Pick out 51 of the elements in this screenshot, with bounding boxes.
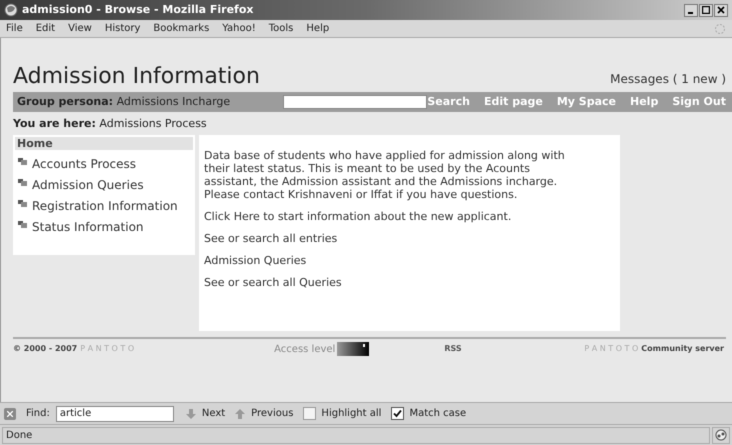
find-label: Find: xyxy=(26,407,50,421)
sidebar-link[interactable]: Accounts Process xyxy=(32,157,136,171)
throbber-icon xyxy=(714,22,726,34)
page-title: Admission Information xyxy=(13,66,260,88)
copyright: © 2000 - 2007 xyxy=(13,343,78,355)
menu-item[interactable]: Edit xyxy=(36,21,56,36)
sidebar-link[interactable]: Status Information xyxy=(32,220,144,234)
search-field[interactable] xyxy=(283,95,428,109)
find-field[interactable]: article xyxy=(56,406,174,422)
content-link[interactable]: See or search all entries xyxy=(204,232,338,245)
menu-item[interactable]: File xyxy=(6,21,23,36)
browser-logo-icon xyxy=(4,3,18,17)
folder-icon xyxy=(18,220,27,228)
access-level-meter xyxy=(337,342,370,356)
brand-logo: P A N T O T O xyxy=(80,343,134,355)
folder-icon xyxy=(18,199,27,207)
option-label[interactable]: Match case xyxy=(409,406,466,421)
access-level-label: Access level xyxy=(274,342,336,356)
folder-icon xyxy=(18,178,27,186)
option-label[interactable]: Highlight all xyxy=(321,406,382,421)
close-icon[interactable] xyxy=(714,4,728,16)
content-link[interactable]: Click Here to start information about the new applicant. xyxy=(204,210,512,223)
sidebar-heading[interactable]: Home xyxy=(15,137,193,150)
find-next-button[interactable]: Next xyxy=(202,406,226,421)
messages-link[interactable]: Messages ( 1 new ) xyxy=(610,70,726,88)
description: Data base of students who have applied for admission along with their latest status. This is meant to be used by the Acounts assistant, the Admission assistant and the Admissions incharge. Please contact Krishnaveni or Iffat if you have questions. xyxy=(204,149,566,201)
find-previous-button[interactable]: Previous xyxy=(251,406,294,421)
menu-item[interactable]: Yahoo! xyxy=(222,21,256,36)
brand-logo: P A N T O T O xyxy=(584,343,638,355)
up-arrow-icon xyxy=(235,408,246,418)
status-text: Done xyxy=(2,426,710,444)
group-persona: Group persona: Admissions Incharge xyxy=(17,94,232,110)
content-link[interactable]: Admission Queries xyxy=(204,254,306,267)
menu-item[interactable]: Bookmarks xyxy=(153,21,210,36)
window-title: admission0 - Browse - Mozilla Firefox xyxy=(22,2,254,18)
checkbox[interactable] xyxy=(391,407,404,420)
checkbox[interactable] xyxy=(303,407,316,420)
server-name: Community server xyxy=(641,343,724,355)
menu-item[interactable]: Help xyxy=(306,21,330,36)
sidebar-link[interactable]: Registration Information xyxy=(32,199,178,213)
breadcrumb: You are here: Admissions Process xyxy=(13,116,208,132)
content-link[interactable]: See or search all Queries xyxy=(204,276,342,289)
menu-item[interactable]: Tools xyxy=(268,21,294,36)
minimize-icon[interactable] xyxy=(684,4,698,16)
down-arrow-icon xyxy=(186,408,196,418)
menu-item[interactable]: View xyxy=(68,21,92,36)
menu-item[interactable]: History xyxy=(104,21,140,36)
rss-link[interactable]: RSS xyxy=(444,343,462,355)
sidebar-link[interactable]: Admission Queries xyxy=(32,178,144,192)
folder-icon xyxy=(18,157,27,165)
maximize-icon[interactable] xyxy=(699,4,713,16)
